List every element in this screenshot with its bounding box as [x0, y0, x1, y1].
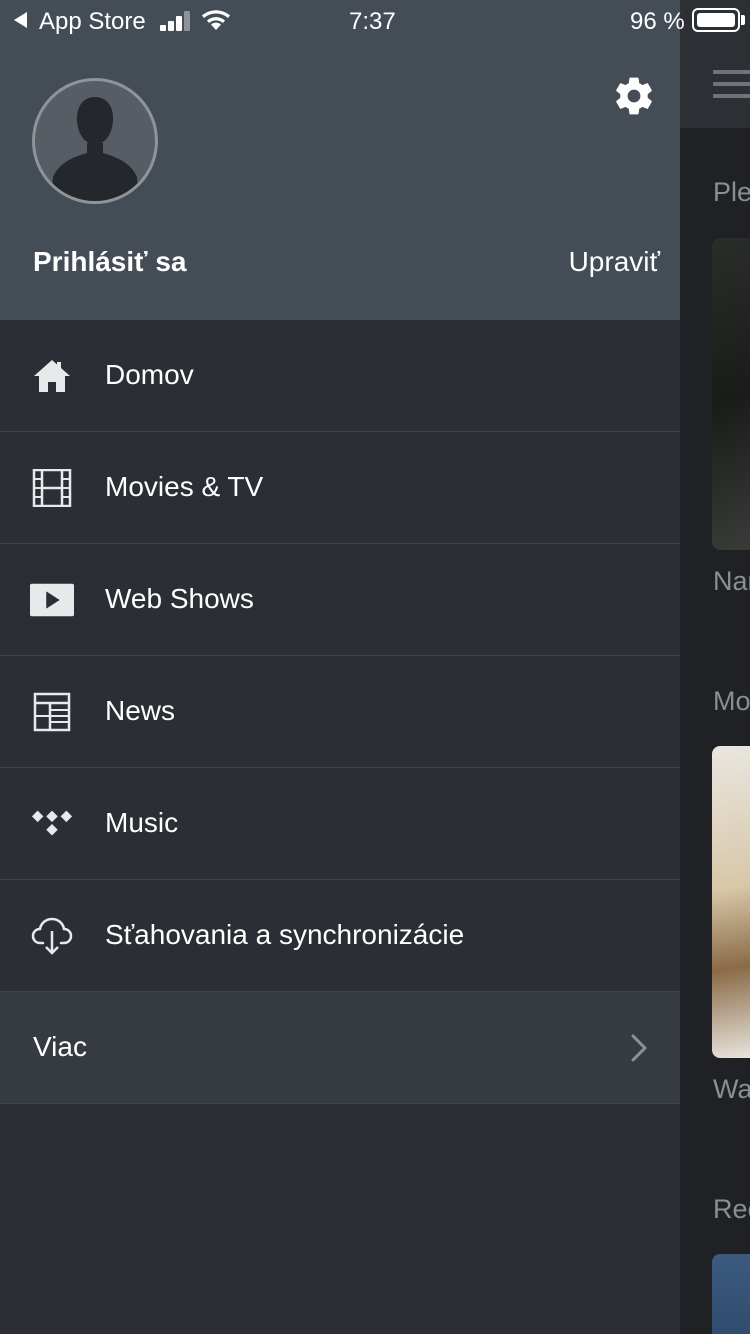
- background-section-title: Rec: [713, 1194, 750, 1224]
- wifi-icon: [202, 10, 230, 30]
- menu-item-downloads-sync[interactable]: Sťahovania a synchronizácie: [0, 880, 680, 992]
- background-poster-card[interactable]: [712, 1254, 750, 1334]
- menu-item-movies-tv[interactable]: Movies & TV: [0, 432, 680, 544]
- gear-icon[interactable]: [612, 74, 656, 118]
- menu-item-label: News: [105, 695, 176, 726]
- status-bar: App Store 7:37 96 %: [0, 0, 750, 42]
- edit-button[interactable]: Upraviť: [569, 246, 660, 278]
- play-icon: [30, 580, 74, 620]
- cloud-download-icon: [30, 916, 74, 956]
- menu-item-music[interactable]: Music: [0, 768, 680, 880]
- profile-header: Prihlásiť sa Upraviť: [0, 0, 680, 320]
- background-item-title: Nar: [713, 566, 750, 596]
- back-to-app-label[interactable]: App Store: [39, 8, 146, 36]
- background-section-title: Ple: [713, 177, 750, 207]
- background-section-title: Mo: [713, 686, 750, 716]
- music-icon: [30, 804, 74, 844]
- battery-icon: [692, 8, 740, 32]
- chevron-right-icon: [631, 1034, 647, 1062]
- background-poster-card[interactable]: [712, 238, 750, 550]
- side-drawer: Prihlásiť sa Upraviť Domov Movies & TV W…: [0, 0, 680, 1334]
- menu-item-home[interactable]: Domov: [0, 320, 680, 432]
- login-button[interactable]: Prihlásiť sa: [33, 246, 187, 278]
- battery-cap: [741, 15, 745, 25]
- background-poster-card[interactable]: [712, 746, 750, 1058]
- hamburger-menu-icon[interactable]: [713, 70, 750, 100]
- menu-item-more[interactable]: Viac: [0, 992, 680, 1104]
- news-icon: [30, 692, 74, 732]
- menu-item-label: Viac: [33, 1031, 87, 1062]
- signal-icon: [160, 11, 194, 31]
- battery-percent: 96 %: [630, 8, 685, 35]
- menu-item-web-shows[interactable]: Web Shows: [0, 544, 680, 656]
- menu-item-label: Movies & TV: [105, 471, 264, 502]
- clock: 7:37: [349, 8, 396, 35]
- drawer-menu: Domov Movies & TV Web Shows News Music S…: [0, 320, 680, 1104]
- menu-item-news[interactable]: News: [0, 656, 680, 768]
- home-icon: [30, 356, 74, 396]
- background-item-title: Wa: [713, 1074, 750, 1104]
- menu-item-label: Web Shows: [105, 583, 254, 614]
- avatar[interactable]: [32, 78, 158, 204]
- menu-item-label: Domov: [105, 359, 194, 390]
- film-icon: [30, 468, 74, 508]
- menu-item-label: Sťahovania a synchronizácie: [105, 919, 465, 950]
- menu-item-label: Music: [105, 807, 179, 838]
- back-arrow-icon[interactable]: [14, 12, 27, 28]
- person-silhouette-icon: [51, 97, 139, 201]
